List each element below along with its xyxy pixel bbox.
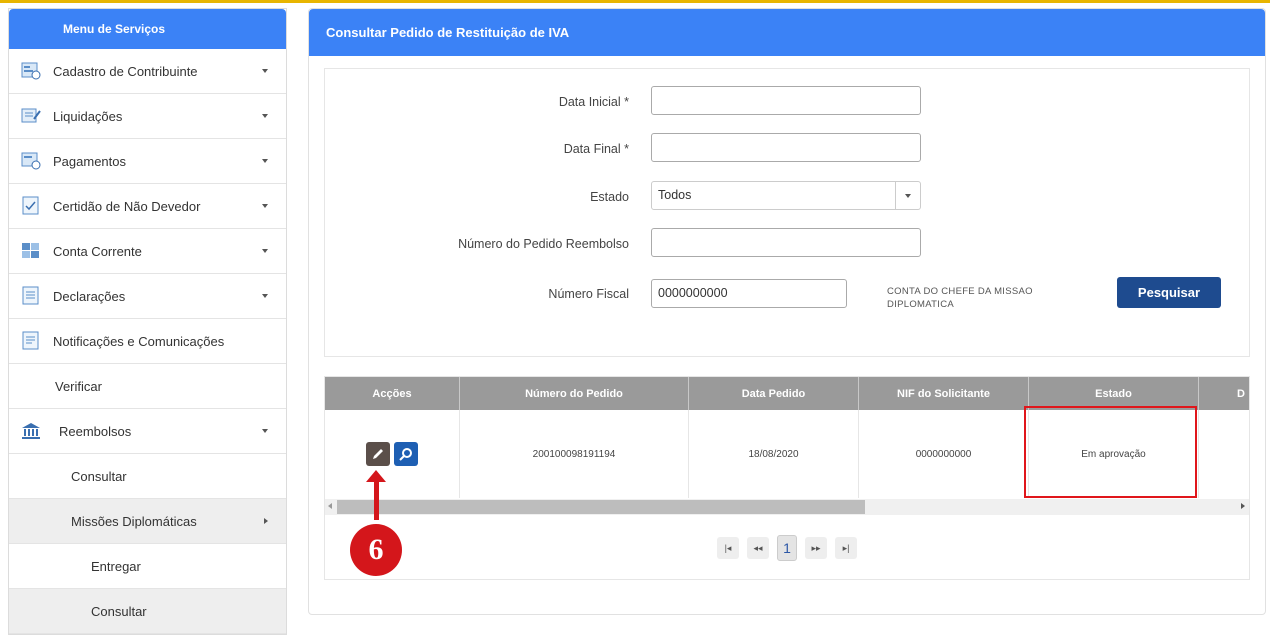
pagination: |◂ ◂◂ 1 ▸▸ ▸|: [325, 517, 1249, 579]
chevron-down-icon: [262, 114, 268, 118]
form-icon: [21, 61, 41, 81]
column-header[interactable]: NIF do Solicitante: [859, 377, 1029, 410]
sidebar-item-liquidacoes[interactable]: Liquidações: [9, 94, 286, 139]
chevron-down-icon: [262, 249, 268, 253]
sidebar-item-label: Missões Diplomáticas: [71, 513, 197, 529]
sidebar-item-label: Reembolsos: [59, 423, 132, 439]
first-page-button[interactable]: |◂: [717, 537, 739, 559]
sidebar-item-missoes-consultar[interactable]: Consultar: [9, 589, 286, 634]
bank-icon: [21, 421, 41, 441]
chevron-down-icon: [262, 204, 268, 208]
actions-cell: [325, 410, 460, 498]
declaration-icon: [21, 286, 41, 306]
column-header[interactable]: Data Pedido: [689, 377, 859, 410]
sidebar-item-verificar[interactable]: Verificar: [9, 364, 286, 409]
sidebar-item-reembolsos-consultar[interactable]: Consultar: [9, 454, 286, 499]
chevron-down-icon: [262, 69, 268, 73]
data-final-input[interactable]: [651, 133, 921, 162]
column-header[interactable]: Acções: [325, 377, 460, 410]
sidebar-item-label: Pagamentos: [53, 153, 126, 169]
data-inicial-input[interactable]: [651, 86, 921, 115]
certificate-icon: [21, 196, 41, 216]
data-inicial-label: Data Inicial *: [558, 95, 629, 109]
sidebar-item-label: Liquidações: [53, 108, 123, 124]
search-form: Data Inicial * Data Final * Estado Todos…: [324, 68, 1250, 357]
pencil-icon: [373, 449, 383, 459]
sidebar-item-label: Consultar: [91, 603, 147, 619]
extra-cell: [1199, 410, 1249, 498]
estado-select[interactable]: Todos: [651, 181, 921, 210]
numero-pedido-label: Número do Pedido Reembolso: [458, 237, 629, 251]
sidebar-item-label: Declarações: [53, 288, 126, 304]
next-page-button[interactable]: ▸▸: [805, 537, 827, 559]
sidebar-item-reembolsos[interactable]: Reembolsos: [9, 409, 286, 454]
sidebar: Menu de Serviços Cadastro de Contribuint…: [8, 8, 287, 635]
chevron-down-icon: [262, 159, 268, 163]
sidebar-item-label: Conta Corrente: [53, 243, 142, 259]
document-edit-icon: [21, 106, 41, 126]
numero-pedido-cell: 200100098191194: [460, 410, 689, 498]
sidebar-item-notificacoes[interactable]: Notificações e Comunicações: [9, 319, 286, 364]
sidebar-item-label: Notificações e Comunicações: [53, 333, 225, 349]
numero-pedido-input[interactable]: [651, 228, 921, 257]
search-button[interactable]: Pesquisar: [1117, 277, 1221, 308]
nif-cell: 0000000000: [859, 410, 1029, 498]
scrollbar-thumb[interactable]: [337, 500, 865, 514]
conta-note: CONTA DO CHEFE DA MISSAO DIPLOMATICA: [887, 286, 1033, 310]
sidebar-item-cadastro[interactable]: Cadastro de Contribuinte: [9, 49, 286, 94]
sidebar-item-label: Entregar: [91, 558, 141, 574]
payment-icon: [21, 151, 41, 171]
account-icon: [21, 241, 41, 261]
magnifier-icon: [399, 448, 412, 461]
estado-selected-value: Todos: [658, 188, 692, 202]
column-header[interactable]: Número do Pedido: [460, 377, 689, 410]
top-accent-line: [0, 0, 1270, 3]
callout-arrow-line: [374, 478, 379, 520]
step-number-badge: 6: [350, 524, 402, 576]
last-page-button[interactable]: ▸|: [835, 537, 857, 559]
numero-fiscal-label: Número Fiscal: [548, 287, 629, 301]
estado-label: Estado: [590, 190, 629, 204]
sidebar-item-certidao[interactable]: Certidão de Não Devedor: [9, 184, 286, 229]
chevron-right-icon: [264, 518, 268, 524]
main-panel: Consultar Pedido de Restituição de IVA D…: [308, 8, 1266, 615]
sidebar-item-label: Cadastro de Contribuinte: [53, 63, 198, 79]
chevron-down-icon: [262, 294, 268, 298]
chevron-down-icon: [895, 182, 920, 209]
sidebar-item-conta-corrente[interactable]: Conta Corrente: [9, 229, 286, 274]
sidebar-item-label: Verificar: [55, 378, 102, 394]
prev-page-button[interactable]: ◂◂: [747, 537, 769, 559]
sidebar-item-entregar[interactable]: Entregar: [9, 544, 286, 589]
scroll-left-icon[interactable]: [328, 503, 332, 509]
horizontal-scrollbar[interactable]: [325, 499, 1249, 515]
edit-button[interactable]: [366, 442, 390, 466]
sidebar-item-missoes-diplomaticas[interactable]: Missões Diplomáticas: [9, 499, 286, 544]
current-page[interactable]: 1: [777, 535, 797, 561]
sidebar-title: Menu de Serviços: [9, 9, 286, 49]
numero-fiscal-input[interactable]: 0000000000: [651, 279, 847, 308]
sidebar-item-label: Consultar: [71, 468, 127, 484]
notification-icon: [21, 331, 41, 351]
sidebar-item-declaracoes[interactable]: Declarações: [9, 274, 286, 319]
panel-title: Consultar Pedido de Restituição de IVA: [309, 9, 1265, 56]
view-button[interactable]: [394, 442, 418, 466]
data-pedido-cell: 18/08/2020: [689, 410, 859, 498]
highlight-box-estado: [1024, 406, 1197, 498]
scroll-right-icon[interactable]: [1241, 503, 1245, 509]
chevron-down-icon: [262, 429, 268, 433]
sidebar-item-pagamentos[interactable]: Pagamentos: [9, 139, 286, 184]
column-header[interactable]: D: [1199, 377, 1249, 410]
sidebar-item-label: Certidão de Não Devedor: [53, 198, 201, 214]
data-final-label: Data Final *: [563, 142, 629, 156]
